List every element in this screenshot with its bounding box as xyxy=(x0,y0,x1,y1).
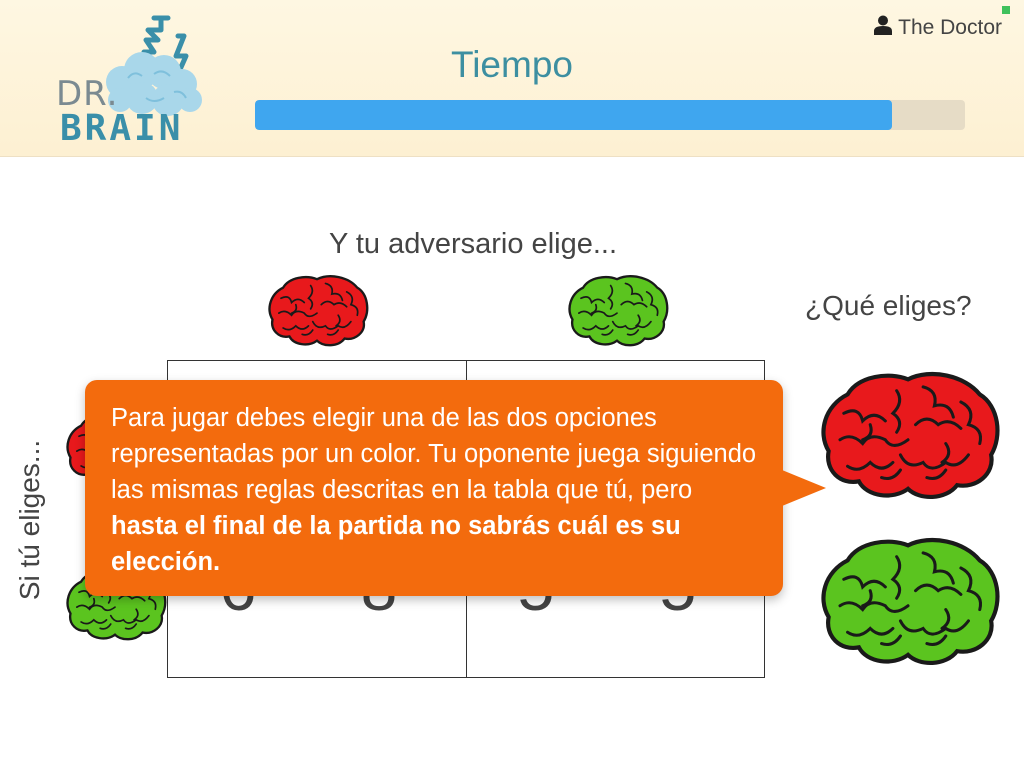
tooltip-pointer xyxy=(782,470,826,506)
connection-status-dot xyxy=(1002,6,1010,14)
timer-label: Tiempo xyxy=(450,44,573,85)
player-prompt: Si tú eliges... xyxy=(14,439,45,601)
logo-brain-text: BRAIN xyxy=(60,108,184,149)
brain-green-icon xyxy=(568,275,669,347)
game-screen: DR. BRAIN Tiempo The Doctor Y tu adversa… xyxy=(0,0,1024,768)
brain-red-icon xyxy=(268,275,369,347)
instruction-tooltip[interactable]: Para jugar debes elegir una de las dos o… xyxy=(85,380,783,596)
tooltip-text: Para jugar debes elegir una de las dos o… xyxy=(111,404,757,504)
choose-prompt: ¿Qué eliges? xyxy=(805,290,972,321)
header: DR. BRAIN Tiempo The Doctor xyxy=(0,0,1024,157)
user-account[interactable]: The Doctor xyxy=(874,15,1002,41)
choose-red-button[interactable] xyxy=(812,368,1004,504)
timer-progress-bar xyxy=(255,100,965,130)
user-icon xyxy=(874,15,893,41)
tooltip-bold-text: hasta el final de la partida no sabrás c… xyxy=(111,512,681,576)
opponent-prompt: Y tu adversario elige... xyxy=(328,228,618,260)
timer-progress-fill xyxy=(255,100,892,130)
choose-green-button[interactable] xyxy=(812,534,1004,670)
user-name: The Doctor xyxy=(898,16,1002,39)
